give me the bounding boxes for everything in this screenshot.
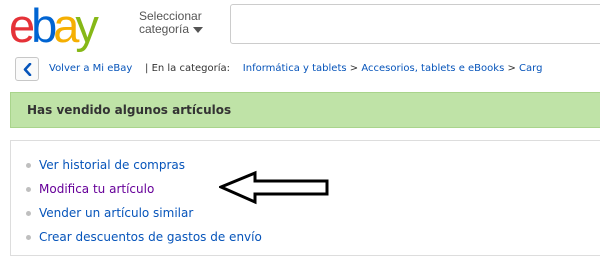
breadcrumb-separator: > [349,63,359,74]
bullet-icon [26,211,31,216]
back-to-my-ebay-link[interactable]: Volver a Mi eBay [49,63,132,74]
sold-items-banner: Has vendido algunos artículos [10,92,600,128]
list-item: Crear descuentos de gastos de envío [26,229,262,253]
logo-letter-y: y [75,0,98,52]
bullet-icon [26,187,31,192]
breadcrumb-separator: > [507,63,516,74]
back-button[interactable] [15,57,39,81]
category-select[interactable]: Seleccionar categoría [139,10,219,40]
logo-letter-a: a [53,0,79,52]
caret-down-icon [193,26,204,33]
banner-title: Has vendido algunos artículos [27,103,232,117]
logo-letter-b: b [31,0,57,52]
left-arrow-annotation-icon [219,170,329,205]
logo-letter-e: e [9,0,35,52]
create-shipping-discounts-link[interactable]: Crear descuentos de gastos de envío [39,230,262,244]
modify-item-link[interactable]: Modifica tu artículo [39,182,154,196]
breadcrumb-item-accesorios[interactable]: Accesorios, tablets e eBooks [361,63,504,74]
sell-similar-item-link[interactable]: Vender un artículo similar [39,206,193,220]
header: ebay Seleccionar categoría [0,0,600,52]
chevron-left-icon [23,63,32,76]
breadcrumb: Volver a Mi eBay | En la categoría: Info… [0,56,600,84]
bullet-icon [26,235,31,240]
in-category-label: | En la categoría: [145,63,231,74]
breadcrumb-item-cargadores[interactable]: Carg [519,63,542,74]
breadcrumb-item-informatica[interactable]: Informática y tablets [243,63,347,74]
search-input[interactable] [230,4,600,44]
bullet-icon [26,163,31,168]
list-item: Vender un artículo similar [26,205,262,229]
ebay-logo[interactable]: ebay [9,0,99,52]
view-purchase-history-link[interactable]: Ver historial de compras [39,158,185,172]
category-select-label-line2: categoría [139,22,190,36]
